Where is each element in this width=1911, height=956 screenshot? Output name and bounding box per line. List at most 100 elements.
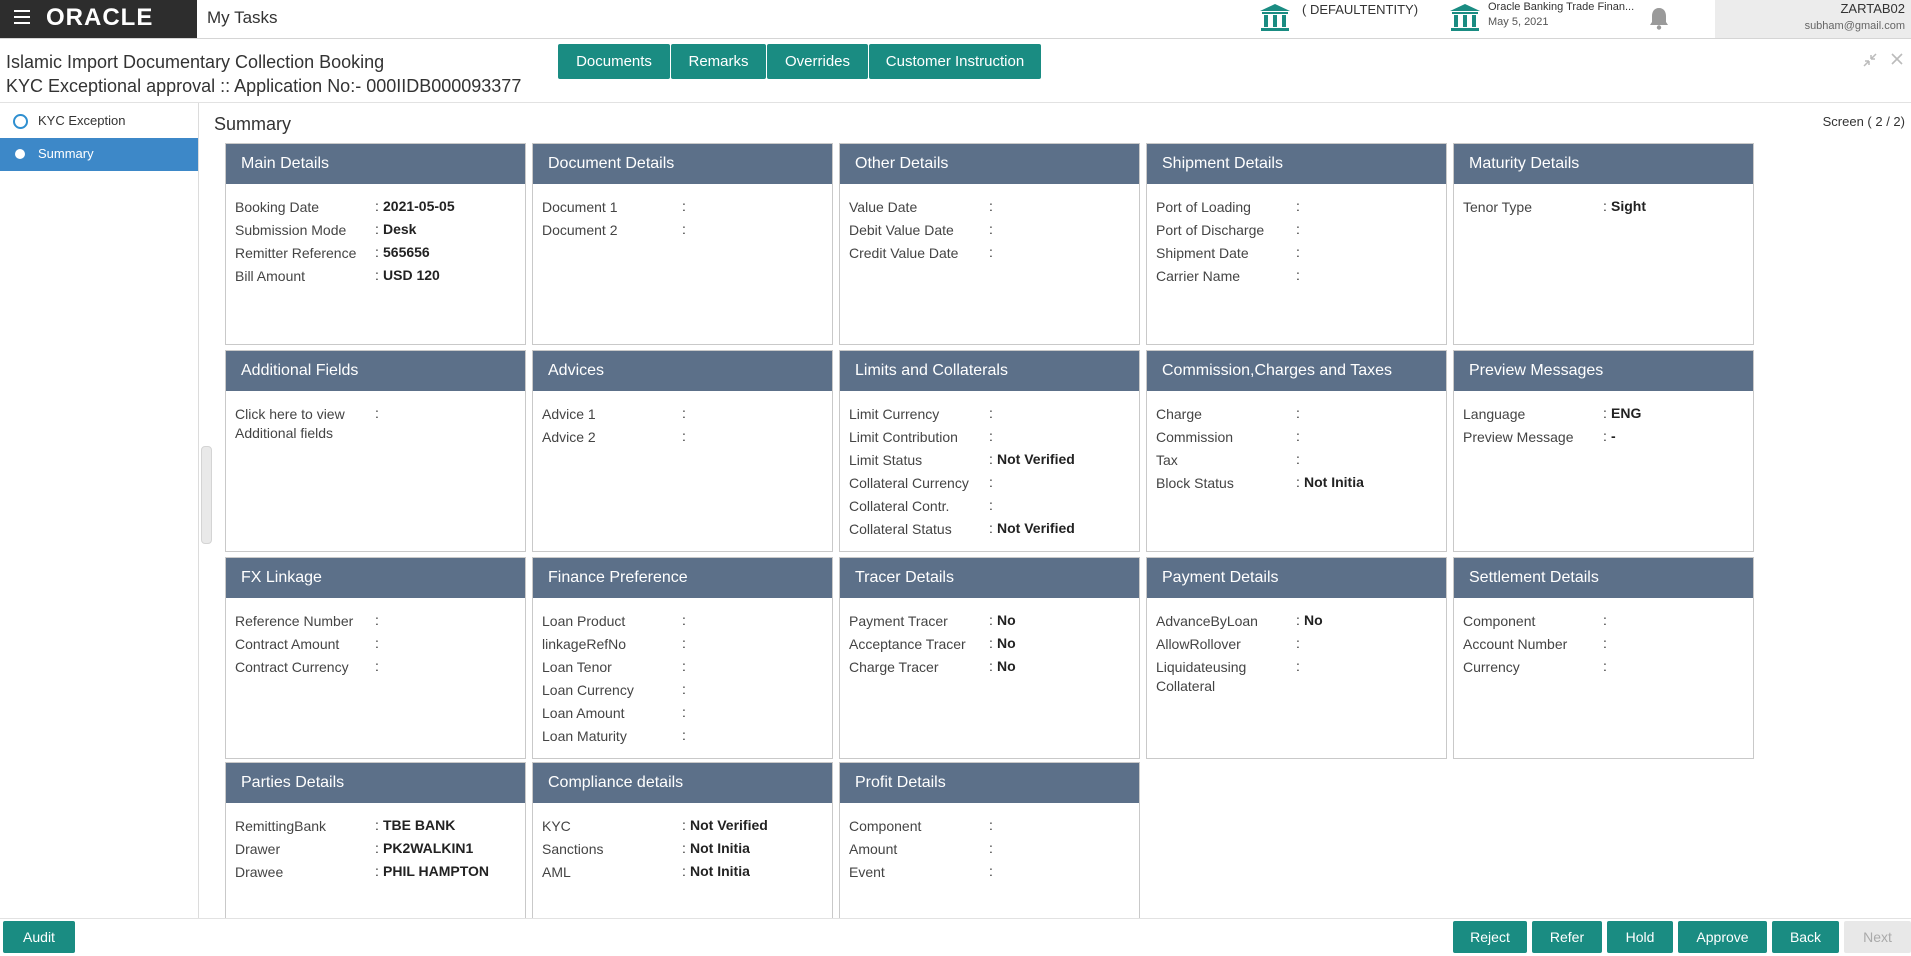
- field-row: Collateral Currency:: [840, 474, 1139, 497]
- summary-card[interactable]: Tracer DetailsPayment Tracer:NoAcceptanc…: [839, 557, 1140, 759]
- user-email: subham@gmail.com: [1805, 20, 1905, 32]
- field-separator: :: [375, 405, 379, 421]
- top-bar: ORACLE My Tasks ( DEFAULTENTITY) Oracle …: [0, 0, 1911, 39]
- application-date: May 5, 2021: [1488, 16, 1549, 28]
- summary-card[interactable]: Finance PreferenceLoan Product:linkageRe…: [532, 557, 833, 759]
- summary-card[interactable]: Other DetailsValue Date:Debit Value Date…: [839, 143, 1140, 345]
- step-kyc-exception[interactable]: KYC Exception: [0, 105, 198, 138]
- back-button[interactable]: Back: [1772, 921, 1839, 953]
- field-row: KYC:Not Verified: [533, 817, 832, 840]
- summary-card[interactable]: AdvicesAdvice 1:Advice 2:: [532, 350, 833, 552]
- card-title: Shipment Details: [1147, 144, 1446, 184]
- step-label: KYC Exception: [38, 113, 125, 128]
- bank-icon[interactable]: [1448, 2, 1482, 34]
- entity-label[interactable]: ( DEFAULTENTITY): [1302, 2, 1418, 17]
- field-value: Not Verified: [997, 520, 1075, 536]
- summary-card[interactable]: Additional FieldsClick here to view Addi…: [225, 350, 526, 552]
- close-icon[interactable]: [1890, 52, 1904, 66]
- summary-card[interactable]: Document DetailsDocument 1:Document 2:: [532, 143, 833, 345]
- field-separator: :: [682, 863, 686, 879]
- sidebar-resize-handle[interactable]: [201, 446, 212, 544]
- refer-button[interactable]: Refer: [1532, 921, 1602, 953]
- field-value: Not Verified: [690, 817, 768, 833]
- audit-button[interactable]: Audit: [3, 921, 75, 953]
- field-separator: :: [682, 198, 686, 214]
- field-row: Value Date:: [840, 198, 1139, 221]
- documents-button[interactable]: Documents: [558, 44, 670, 79]
- field-label: Shipment Date: [1156, 244, 1291, 263]
- customer-instruction-button[interactable]: Customer Instruction: [869, 44, 1041, 79]
- header-divider: [0, 102, 1911, 103]
- summary-card[interactable]: Preview MessagesLanguage:ENGPreview Mess…: [1453, 350, 1754, 552]
- field-separator: :: [1296, 267, 1300, 283]
- field-label: AML: [542, 863, 677, 882]
- bank-icon[interactable]: [1258, 2, 1292, 34]
- field-label: Limit Contribution: [849, 428, 984, 447]
- field-row: Charge:: [1147, 405, 1446, 428]
- approve-button[interactable]: Approve: [1678, 921, 1767, 953]
- field-separator: :: [989, 520, 993, 536]
- field-separator: :: [375, 840, 379, 856]
- summary-card[interactable]: Shipment DetailsPort of Loading:Port of …: [1146, 143, 1447, 345]
- field-row: Document 2:: [533, 221, 832, 244]
- card-body: Component:Account Number:Currency:: [1454, 598, 1753, 681]
- summary-card[interactable]: Profit DetailsComponent:Amount:Event:: [839, 762, 1140, 932]
- field-label: Document 1: [542, 198, 677, 217]
- hamburger-menu-icon[interactable]: [14, 10, 30, 26]
- summary-card[interactable]: Limits and CollateralsLimit Currency:Lim…: [839, 350, 1140, 552]
- step-summary[interactable]: Summary: [0, 138, 198, 171]
- field-separator: :: [682, 817, 686, 833]
- field-label: Limit Status: [849, 451, 984, 470]
- card-body: Advice 1:Advice 2:: [533, 391, 832, 451]
- field-separator: :: [375, 244, 379, 260]
- card-body: Click here to view Additional fields:: [226, 391, 525, 447]
- field-row: Liquidateusing Collateral:: [1147, 658, 1446, 700]
- summary-card[interactable]: Settlement DetailsComponent:Account Numb…: [1453, 557, 1754, 759]
- field-row: Limit Status:Not Verified: [840, 451, 1139, 474]
- field-separator: :: [682, 840, 686, 856]
- field-separator: :: [1296, 658, 1300, 674]
- field-separator: :: [989, 658, 993, 674]
- field-label: Loan Amount: [542, 704, 677, 723]
- field-label: RemittingBank: [235, 817, 370, 836]
- field-separator: :: [1296, 428, 1300, 444]
- field-row: Preview Message:-: [1454, 428, 1753, 451]
- overrides-button[interactable]: Overrides: [767, 44, 868, 79]
- step-label: Summary: [38, 146, 94, 161]
- field-label: Reference Number: [235, 612, 370, 631]
- card-body: Reference Number:Contract Amount:Contrac…: [226, 598, 525, 681]
- field-value: -: [1611, 428, 1616, 444]
- remarks-button[interactable]: Remarks: [671, 44, 766, 79]
- field-separator: :: [1296, 405, 1300, 421]
- summary-card[interactable]: Maturity DetailsTenor Type:Sight: [1453, 143, 1754, 345]
- hold-button[interactable]: Hold: [1607, 921, 1673, 953]
- field-separator: :: [989, 221, 993, 237]
- field-value: Not Verified: [997, 451, 1075, 467]
- field-label: Tax: [1156, 451, 1291, 470]
- summary-card[interactable]: Main DetailsBooking Date:2021-05-05Submi…: [225, 143, 526, 345]
- summary-card[interactable]: Parties DetailsRemittingBank:TBE BANKDra…: [225, 762, 526, 932]
- field-separator: :: [1296, 474, 1300, 490]
- field-row: Drawee:PHIL HAMPTON: [226, 863, 525, 886]
- user-menu[interactable]: ZARTAB02 subham@gmail.com: [1715, 0, 1911, 38]
- field-row: Port of Loading:: [1147, 198, 1446, 221]
- field-label[interactable]: Click here to view Additional fields: [235, 405, 370, 443]
- reject-button[interactable]: Reject: [1453, 921, 1527, 953]
- card-body: KYC:Not VerifiedSanctions:Not InitiaAML:…: [533, 803, 832, 886]
- notification-bell-icon[interactable]: [1648, 6, 1670, 30]
- next-button[interactable]: Next: [1844, 921, 1911, 953]
- field-row: Component:: [1454, 612, 1753, 635]
- field-separator: :: [1296, 451, 1300, 467]
- field-row: Submission Mode:Desk: [226, 221, 525, 244]
- summary-card[interactable]: Compliance detailsKYC:Not VerifiedSancti…: [532, 762, 833, 932]
- field-value: No: [997, 658, 1016, 674]
- summary-card[interactable]: Commission,Charges and TaxesCharge:Commi…: [1146, 350, 1447, 552]
- summary-card[interactable]: FX LinkageReference Number:Contract Amou…: [225, 557, 526, 759]
- summary-card[interactable]: Payment DetailsAdvanceByLoan:NoAllowRoll…: [1146, 557, 1447, 759]
- field-separator: :: [1603, 635, 1607, 651]
- card-body: Loan Product:linkageRefNo:Loan Tenor:Loa…: [533, 598, 832, 750]
- field-label: Component: [849, 817, 984, 836]
- minimize-icon[interactable]: [1862, 52, 1878, 68]
- field-label: Debit Value Date: [849, 221, 984, 240]
- card-title: FX Linkage: [226, 558, 525, 598]
